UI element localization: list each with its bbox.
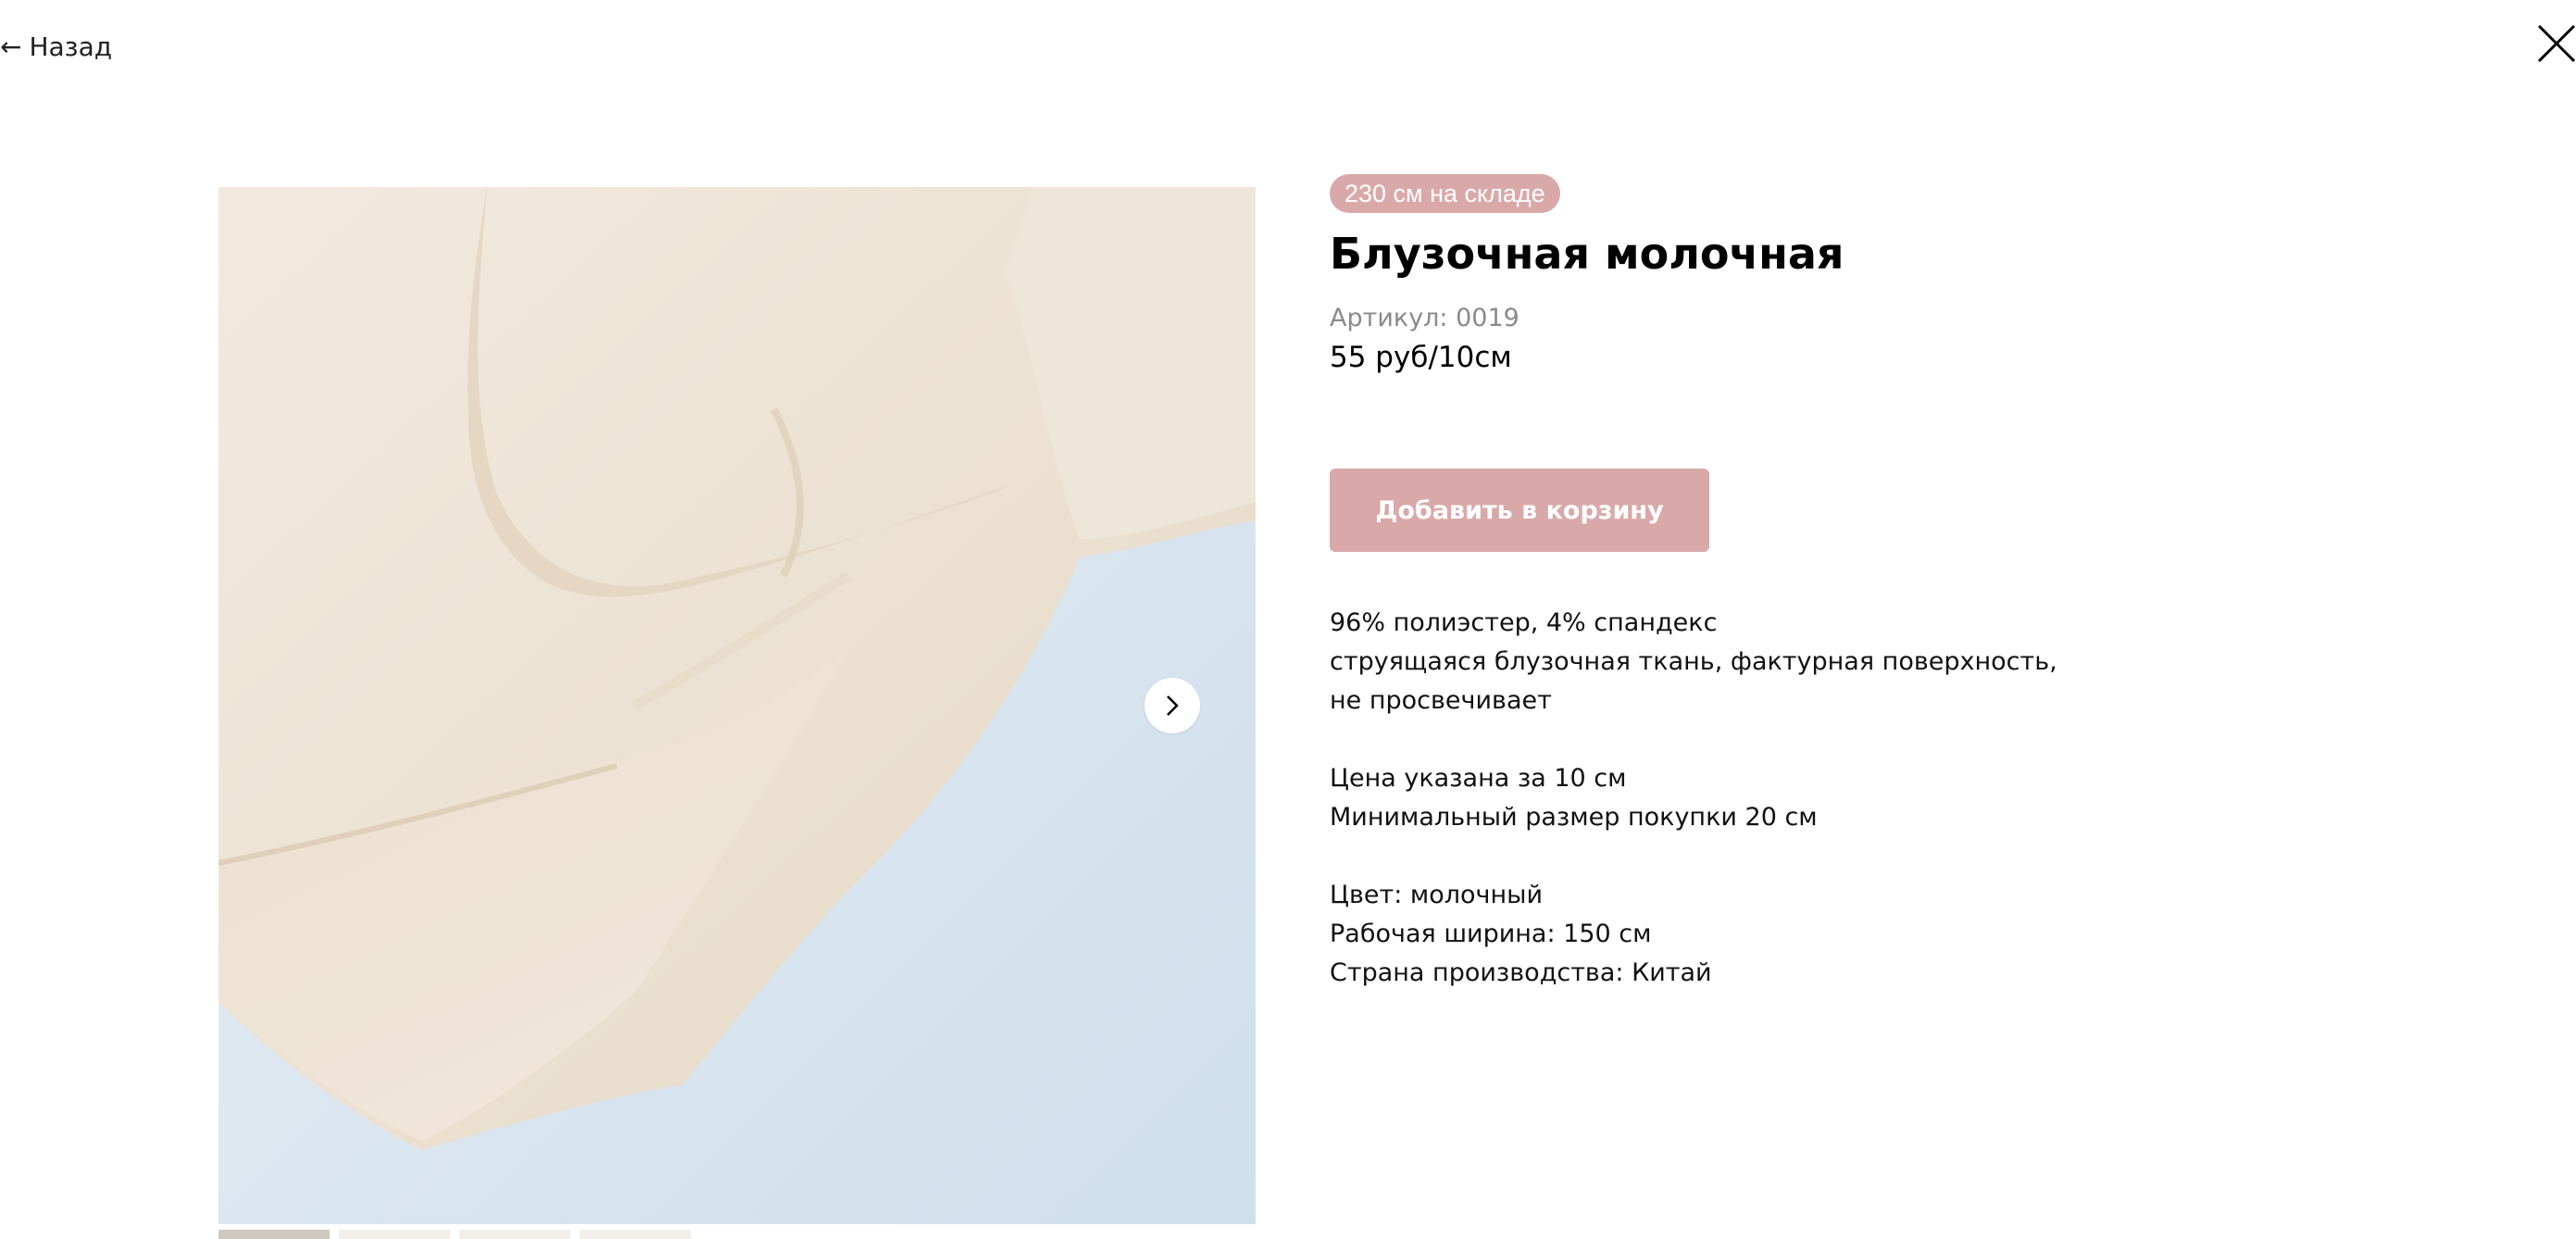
country-text: Страна производства: Китай — [1330, 958, 1712, 987]
product-image — [219, 187, 1256, 1224]
stock-badge: 230 см на складе — [1330, 174, 1560, 213]
product-price: 55 руб/10см — [1330, 341, 1512, 374]
min-purchase-text: Минимальный размер покупки 20 см — [1330, 803, 1818, 832]
product-info: 230 см на складе Блузочная молочная Арти… — [1330, 174, 2163, 1032]
product-title: Блузочная молочная — [1330, 229, 1844, 279]
fabric-photo — [219, 187, 1256, 1224]
arrow-left-icon: ← — [0, 31, 22, 62]
thumbnail[interactable] — [459, 1230, 570, 1239]
close-icon — [2537, 24, 2576, 63]
add-to-cart-button[interactable]: Добавить в корзину — [1330, 469, 1709, 552]
width-text: Рабочая ширина: 150 см — [1330, 920, 1652, 948]
close-button[interactable] — [2537, 24, 2576, 80]
color-text: Цвет: молочный — [1330, 881, 1544, 909]
back-link[interactable]: ← Назад — [0, 31, 112, 62]
price-note-text: Цена указана за 10 см — [1330, 764, 1627, 793]
thumbnail[interactable] — [219, 1230, 330, 1239]
product-sku: Артикул: 0019 — [1330, 304, 1519, 332]
thumbnail[interactable] — [580, 1230, 691, 1239]
back-label: Назад — [29, 31, 113, 62]
chevron-right-icon — [1167, 695, 1179, 716]
composition-text: 96% полиэстер, 4% спандекс — [1330, 608, 1718, 637]
feature-text: струящаяся блузочная ткань, фактурная по… — [1330, 647, 2057, 676]
thumbnail-strip — [219, 1230, 691, 1239]
thumbnail[interactable] — [339, 1230, 450, 1239]
product-description: 96% полиэстер, 4% спандекс струящаяся бл… — [1330, 604, 2163, 993]
gallery-next-button[interactable] — [1144, 678, 1200, 733]
feature-text: не просвечивает — [1330, 686, 1552, 715]
